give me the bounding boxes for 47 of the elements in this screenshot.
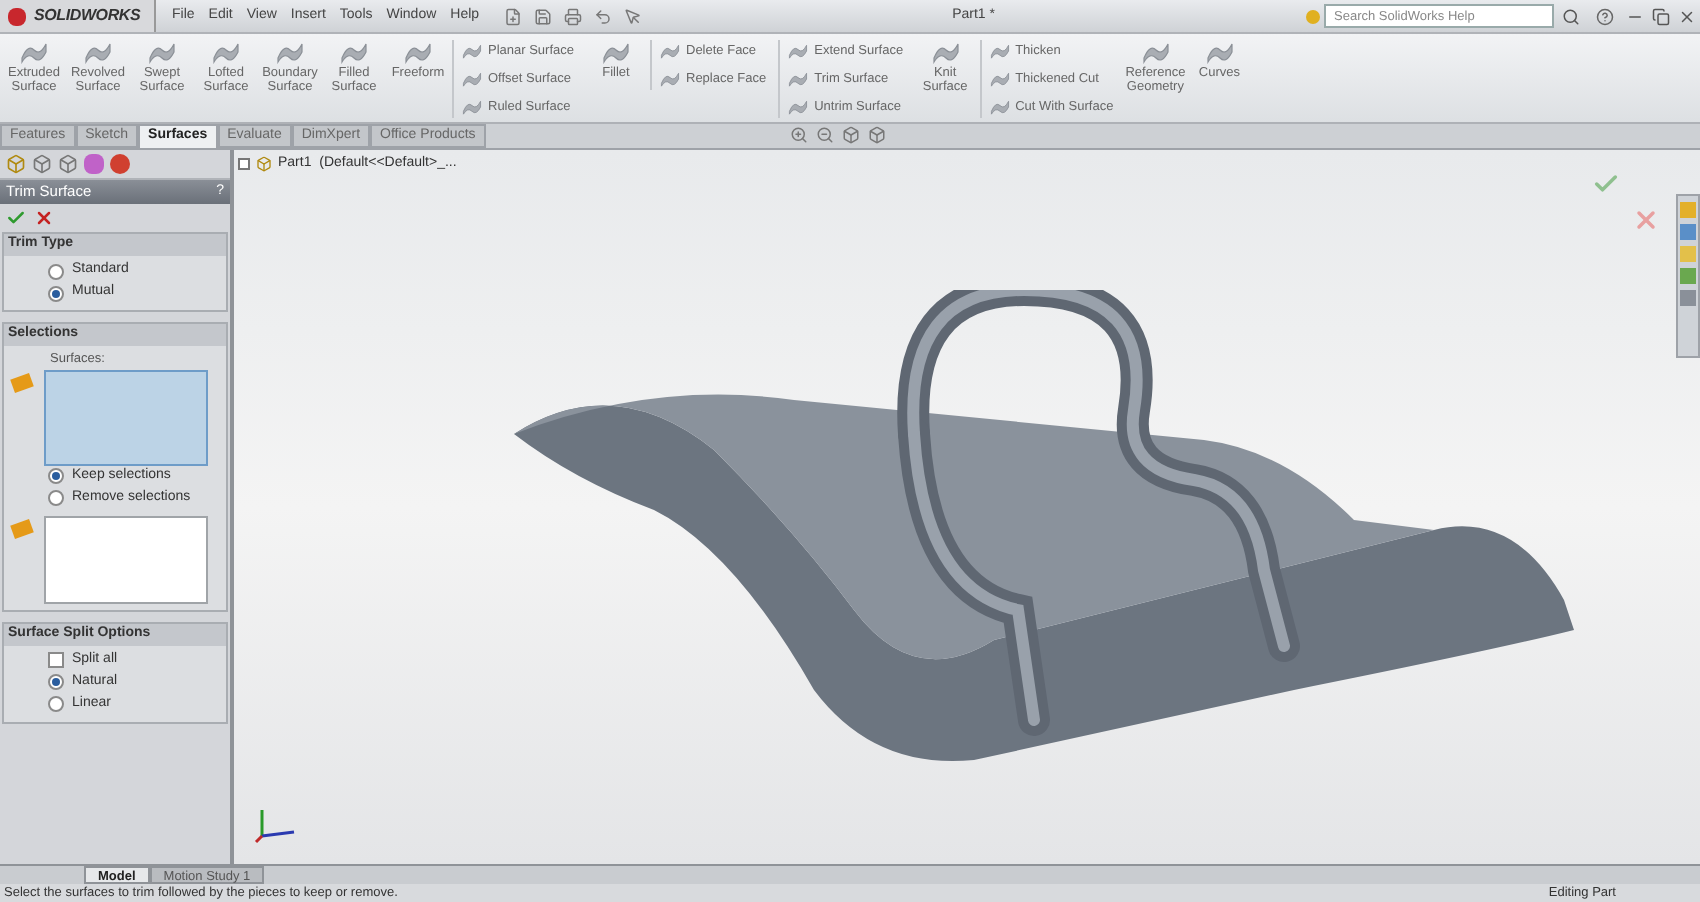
cancel-icon[interactable]: [34, 208, 54, 228]
surface-icon: [340, 40, 368, 64]
surface-icon: [212, 40, 240, 64]
surface-icon: [84, 40, 112, 64]
surface-icon: [989, 70, 1010, 88]
face-icon: [10, 518, 34, 539]
surface-icon: [1141, 40, 1170, 64]
expand-icon[interactable]: [238, 158, 250, 171]
surface-icon: [1205, 40, 1234, 64]
surface-icon: [989, 42, 1010, 60]
radio-button[interactable]: [48, 696, 64, 713]
undo-icon[interactable]: [593, 7, 612, 25]
radio-button[interactable]: [48, 490, 64, 507]
restore-icon[interactable]: [1652, 7, 1670, 25]
checkbox[interactable]: [48, 652, 64, 669]
surface-icon: [788, 42, 809, 60]
cancel-icon[interactable]: [1632, 206, 1660, 234]
radio-button[interactable]: [48, 468, 64, 485]
search-icon[interactable]: [1562, 7, 1580, 25]
app-logo: SOLIDWORKS: [0, 0, 156, 32]
confirm-icon[interactable]: [1592, 170, 1620, 198]
axis-triad-icon: [254, 804, 298, 844]
zoom-area-icon[interactable]: [816, 126, 834, 144]
surface-icon: [788, 98, 809, 116]
surface-icon: [788, 70, 809, 88]
surface-icon: [148, 40, 176, 64]
pointer-icon[interactable]: [623, 7, 642, 25]
help-icon[interactable]: [1596, 7, 1614, 25]
ok-icon[interactable]: [6, 208, 26, 228]
surface-icon: [989, 98, 1010, 116]
surface-icon: [276, 40, 304, 64]
part-icon: [256, 156, 272, 173]
radio-button[interactable]: [48, 285, 64, 301]
save-icon[interactable]: [533, 7, 552, 25]
radio-button[interactable]: [48, 263, 64, 279]
zoom-icon[interactable]: [790, 126, 808, 144]
face-icon: [10, 372, 34, 393]
view-cube-icon[interactable]: [842, 126, 860, 144]
surface-icon: [404, 40, 432, 64]
selection-list[interactable]: [44, 515, 208, 604]
surface-icon: [602, 40, 630, 64]
close-icon[interactable]: [1678, 7, 1696, 25]
surface-icon: [931, 40, 960, 64]
new-document-icon[interactable]: [503, 7, 522, 25]
print-icon[interactable]: [563, 7, 582, 25]
radio-button[interactable]: [48, 674, 64, 691]
surface-icon: [20, 40, 48, 64]
